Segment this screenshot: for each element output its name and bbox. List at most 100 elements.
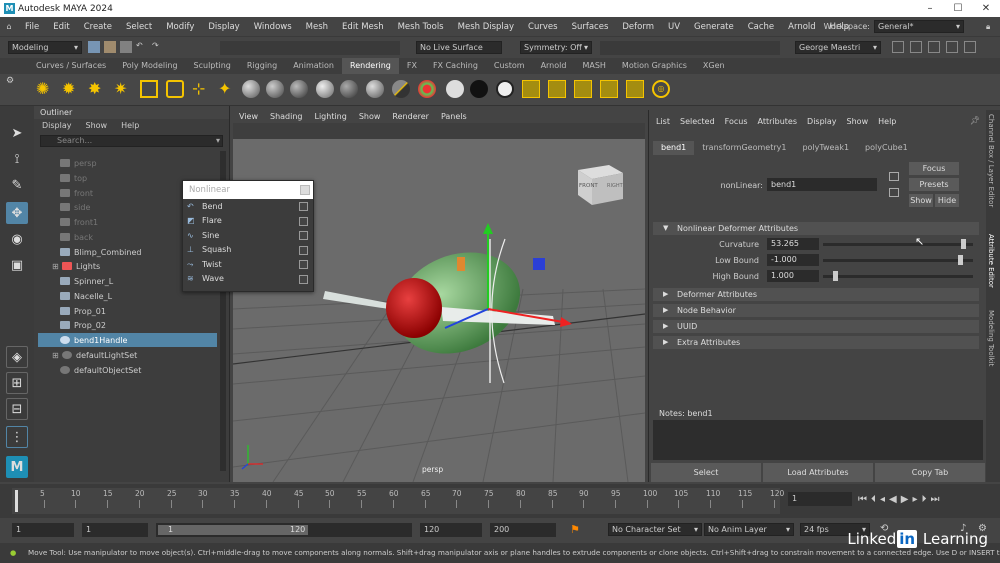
lock-icon[interactable]: 🔒︎ xyxy=(986,22,1000,32)
nonlinear-item-bend[interactable]: ↶ Bend xyxy=(183,199,313,214)
curvature-slider[interactable] xyxy=(823,239,973,249)
shelf-tab-rendering[interactable]: Rendering xyxy=(342,58,399,74)
menu-mesh-tools[interactable]: Mesh Tools xyxy=(391,22,451,32)
select-button[interactable]: Select xyxy=(651,463,761,482)
render-tool-icon[interactable] xyxy=(626,80,644,98)
focus-node-icon[interactable] xyxy=(889,172,899,181)
character-set-dropdown[interactable]: No Character Set ▾ xyxy=(608,523,702,536)
low-bound-field[interactable]: -1.000 xyxy=(767,254,819,266)
layout-icon[interactable] xyxy=(928,41,940,53)
side-tab-attribute-editor[interactable]: Attribute Editor xyxy=(987,234,995,288)
ae-tab-polytweak1[interactable]: polyTweak1 xyxy=(794,141,857,155)
volume-light-icon[interactable] xyxy=(166,80,184,98)
outliner-item-defaultobjectset[interactable]: defaultObjectSet xyxy=(60,363,240,377)
outliner-item-defaultlightset[interactable]: ⊞ defaultLightSet xyxy=(52,348,232,362)
expand-icon[interactable]: ⊞ xyxy=(52,351,60,360)
shader-ball-icon[interactable] xyxy=(290,80,308,98)
playback-end-field[interactable]: 120 xyxy=(420,523,482,537)
workspace-dropdown[interactable]: General* ▾ xyxy=(874,20,964,33)
curvature-field[interactable]: 53.265 xyxy=(767,238,819,250)
nonlinear-item-wave[interactable]: ≋ Wave xyxy=(183,272,313,287)
copy-tab-button[interactable]: Copy Tab xyxy=(875,463,985,482)
viewport-menu-shading[interactable]: Shading xyxy=(270,110,303,123)
close-icon[interactable] xyxy=(300,185,310,195)
move-tool-icon[interactable]: ✥ xyxy=(6,202,28,224)
menu-file[interactable]: File xyxy=(18,22,46,32)
layout-single-icon[interactable]: ◈ xyxy=(6,346,28,368)
nonlinear-menu-header[interactable]: Nonlinear xyxy=(183,181,313,199)
ambient-light-icon[interactable]: ✺ xyxy=(36,80,54,98)
menu-edit-mesh[interactable]: Edit Mesh xyxy=(335,22,391,32)
option-box-icon[interactable] xyxy=(299,245,308,255)
menu-uv[interactable]: UV xyxy=(661,22,687,32)
slider-knob[interactable] xyxy=(960,239,966,249)
open-scene-icon[interactable] xyxy=(104,41,116,53)
minimize-icon[interactable]: – xyxy=(916,0,944,17)
layout-icon[interactable] xyxy=(892,41,904,53)
step-forward-frame-icon[interactable]: ▸ xyxy=(912,494,917,505)
outliner-item-prop01[interactable]: Prop_01 xyxy=(60,304,240,318)
camera-light-icon[interactable]: ✦ xyxy=(218,80,236,98)
manipulator-plane-handle[interactable] xyxy=(533,258,545,270)
menu-modify[interactable]: Modify xyxy=(159,22,201,32)
area-light-icon[interactable] xyxy=(140,80,158,98)
menu-arnold[interactable]: Arnold xyxy=(781,22,823,32)
render-tool-icon[interactable] xyxy=(522,80,540,98)
shelf-tab-curves-surfaces[interactable]: Curves / Surfaces xyxy=(28,58,114,74)
side-tab-channel-box[interactable]: Channel Box / Layer Editor xyxy=(987,114,995,207)
shelf-tab-rigging[interactable]: Rigging xyxy=(239,58,285,74)
option-box-icon[interactable] xyxy=(299,216,308,226)
viewport-menu-view[interactable]: View xyxy=(239,110,258,123)
outliner-menu-help[interactable]: Help xyxy=(121,119,139,132)
pin-icon[interactable]: 📌︎ xyxy=(970,116,980,125)
expand-icon[interactable]: ⊞ xyxy=(52,262,60,271)
shader-ball-icon[interactable] xyxy=(316,80,334,98)
viewport-menu-lighting[interactable]: Lighting xyxy=(314,110,346,123)
outliner-menu-show[interactable]: Show xyxy=(86,119,108,132)
menu-windows[interactable]: Windows xyxy=(247,22,299,32)
shader-ball-icon[interactable] xyxy=(340,80,358,98)
menu-create[interactable]: Create xyxy=(77,22,119,32)
shader-ball-icon[interactable] xyxy=(366,80,384,98)
symmetry-dropdown[interactable]: Symmetry: Off ▾ xyxy=(520,41,592,54)
viewport-panel[interactable]: View Shading Lighting Show Renderer Pane… xyxy=(233,110,645,482)
section-nonlinear-deformer-attributes[interactable]: ▼ Nonlinear Deformer Attributes xyxy=(653,222,979,235)
menu-deform[interactable]: Deform xyxy=(615,22,661,32)
shelf-tab-motion-graphics[interactable]: Motion Graphics xyxy=(614,58,695,74)
hide-button[interactable]: Hide xyxy=(935,194,959,207)
nonlinear-item-twist[interactable]: ⤳ Twist xyxy=(183,257,313,272)
ae-tab-transformgeometry1[interactable]: transformGeometry1 xyxy=(694,141,794,155)
ae-menu-list[interactable]: List xyxy=(656,115,670,129)
menu-cache[interactable]: Cache xyxy=(741,22,781,32)
layout-icon[interactable] xyxy=(946,41,958,53)
target-icon[interactable]: ◎ xyxy=(652,80,670,98)
render-tool-icon[interactable] xyxy=(574,80,592,98)
layout-outliner-icon[interactable]: ⋮ xyxy=(6,426,28,448)
range-bar[interactable]: 1 120 xyxy=(156,523,412,537)
shader-ball-icon[interactable] xyxy=(242,80,260,98)
layout-four-icon[interactable]: ⊞ xyxy=(6,372,28,394)
option-box-icon[interactable] xyxy=(299,231,308,240)
new-scene-icon[interactable] xyxy=(88,41,100,53)
ae-tab-polycube1[interactable]: polyCube1 xyxy=(857,141,916,155)
menu-surfaces[interactable]: Surfaces xyxy=(565,22,616,32)
time-slider-bar[interactable]: 5 10 15 20 25 30 35 40 45 50 55 60 65 70 75 80 85 90 95 100… xyxy=(12,488,784,514)
range-handle[interactable]: 1 120 xyxy=(158,525,308,535)
menu-generate[interactable]: Generate xyxy=(687,22,741,32)
presets-button[interactable]: Presets xyxy=(909,178,959,191)
point-light-icon[interactable]: ✸ xyxy=(88,80,106,98)
ae-menu-help[interactable]: Help xyxy=(878,115,896,129)
slider-knob[interactable] xyxy=(833,271,839,281)
maximize-icon[interactable]: ☐ xyxy=(944,0,972,17)
show-node-icon[interactable] xyxy=(889,188,899,197)
menu-edit[interactable]: Edit xyxy=(46,22,76,32)
shelf-tab-animation[interactable]: Animation xyxy=(285,58,342,74)
high-bound-slider[interactable] xyxy=(823,271,973,281)
chevron-down-icon[interactable]: ▾ xyxy=(216,136,220,146)
live-surface-field[interactable]: No Live Surface xyxy=(416,41,502,54)
auto-key-icon[interactable]: ⚑ xyxy=(570,523,580,536)
notes-field[interactable] xyxy=(653,420,983,460)
outline-ball-icon[interactable] xyxy=(496,80,514,98)
home-icon[interactable]: ⌂ xyxy=(0,22,18,31)
save-scene-icon[interactable] xyxy=(120,41,132,53)
